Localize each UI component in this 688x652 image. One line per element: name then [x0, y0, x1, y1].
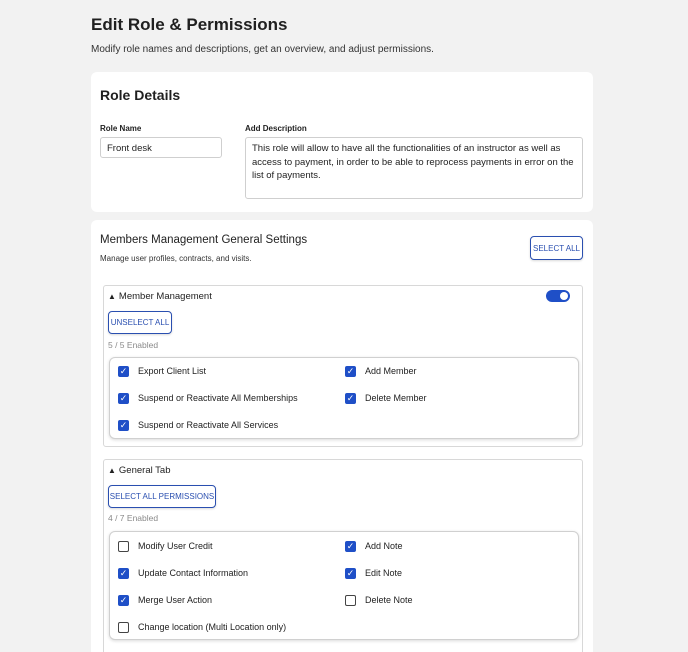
permission-label: Suspend or Reactivate All Services	[138, 420, 279, 430]
permissions-list: ✓ Export Client List ✓ Add Member ✓ Susp…	[109, 357, 579, 439]
permission-label: Add Member	[365, 366, 417, 376]
permission-label: Delete Note	[365, 595, 413, 605]
select-all-permissions-button[interactable]: SELECT ALL PERMISSIONS	[108, 485, 216, 508]
permission-label: Delete Member	[365, 393, 427, 403]
checkbox-checked-icon[interactable]: ✓	[118, 392, 129, 404]
permission-item[interactable]: ✓ Suspend or Reactivate All Services	[118, 418, 278, 432]
permission-item[interactable]: ✓ Add Note	[345, 539, 403, 553]
checkbox-unchecked-icon[interactable]	[118, 540, 129, 552]
member-management-header[interactable]: ▲ Member Management	[108, 291, 212, 302]
member-management-toggle[interactable]	[546, 290, 570, 302]
members-management-card: Members Management General Settings Mana…	[91, 220, 593, 652]
permission-item[interactable]: Delete Note	[345, 593, 413, 607]
permissions-list: Modify User Credit ✓ Add Note ✓ Update C…	[109, 531, 579, 640]
members-section-title: Members Management General Settings	[100, 234, 308, 246]
permission-label: Change location (Multi Location only)	[138, 622, 287, 632]
permission-item[interactable]: ✓ Add Member	[345, 364, 417, 378]
checkbox-checked-icon[interactable]: ✓	[118, 419, 129, 431]
permission-item[interactable]: ✓ Suspend or Reactivate All Memberships	[118, 391, 298, 405]
select-all-button[interactable]: SELECT ALL	[530, 236, 583, 260]
unselect-all-button[interactable]: UNSELECT ALL	[108, 311, 172, 334]
checkbox-checked-icon[interactable]: ✓	[118, 365, 129, 377]
checkbox-checked-icon[interactable]: ✓	[118, 567, 129, 579]
general-tab-header[interactable]: ▲ General Tab	[108, 465, 171, 476]
permission-item[interactable]: ✓ Merge User Action	[118, 593, 212, 607]
caret-up-icon: ▲	[108, 466, 116, 475]
permission-item[interactable]: Change location (Multi Location only)	[118, 620, 286, 634]
enabled-count: 5 / 5 Enabled	[108, 340, 159, 350]
permission-label: Add Note	[365, 541, 403, 551]
permission-label: Edit Note	[365, 568, 403, 578]
member-management-group: ▲ Member Management UNSELECT ALL 5 / 5 E…	[103, 285, 583, 447]
description-textarea[interactable]: This role will allow to have all the fun…	[245, 137, 583, 199]
role-name-input[interactable]: Front desk	[100, 137, 222, 158]
checkbox-unchecked-icon[interactable]	[118, 621, 129, 633]
description-label: Add Description	[245, 124, 307, 133]
page-subtitle: Modify role names and descriptions, get …	[91, 44, 434, 55]
checkbox-checked-icon[interactable]: ✓	[345, 392, 356, 404]
permission-label: Update Contact Information	[138, 568, 249, 578]
permission-item[interactable]: ✓ Delete Member	[345, 391, 427, 405]
page-title: Edit Role & Permissions	[91, 15, 288, 34]
permission-label: Modify User Credit	[138, 541, 213, 551]
checkbox-checked-icon[interactable]: ✓	[345, 365, 356, 377]
role-name-label: Role Name	[100, 124, 142, 133]
role-details-card: Role Details Role Name Front desk Add De…	[91, 72, 593, 212]
group-title: General Tab	[118, 465, 171, 476]
checkbox-checked-icon[interactable]: ✓	[118, 594, 129, 606]
enabled-count: 4 / 7 Enabled	[108, 513, 159, 523]
role-details-title: Role Details	[100, 87, 181, 103]
caret-up-icon: ▲	[108, 292, 116, 301]
permission-item[interactable]: ✓ Update Contact Information	[118, 566, 248, 580]
members-section-description: Manage user profiles, contracts, and vis…	[100, 254, 252, 263]
checkbox-unchecked-icon[interactable]	[345, 594, 356, 606]
permission-item[interactable]: ✓ Edit Note	[345, 566, 402, 580]
permission-label: Export Client List	[138, 366, 207, 376]
general-tab-group: ▲ General Tab SELECT ALL PERMISSIONS 4 /…	[103, 459, 583, 652]
checkbox-checked-icon[interactable]: ✓	[345, 567, 356, 579]
permission-item[interactable]: Modify User Credit	[118, 539, 213, 553]
checkbox-checked-icon[interactable]: ✓	[345, 540, 356, 552]
group-title: Member Management	[118, 291, 212, 302]
permission-label: Merge User Action	[138, 595, 213, 605]
permission-item[interactable]: ✓ Export Client List	[118, 364, 206, 378]
permission-label: Suspend or Reactivate All Memberships	[138, 393, 298, 403]
